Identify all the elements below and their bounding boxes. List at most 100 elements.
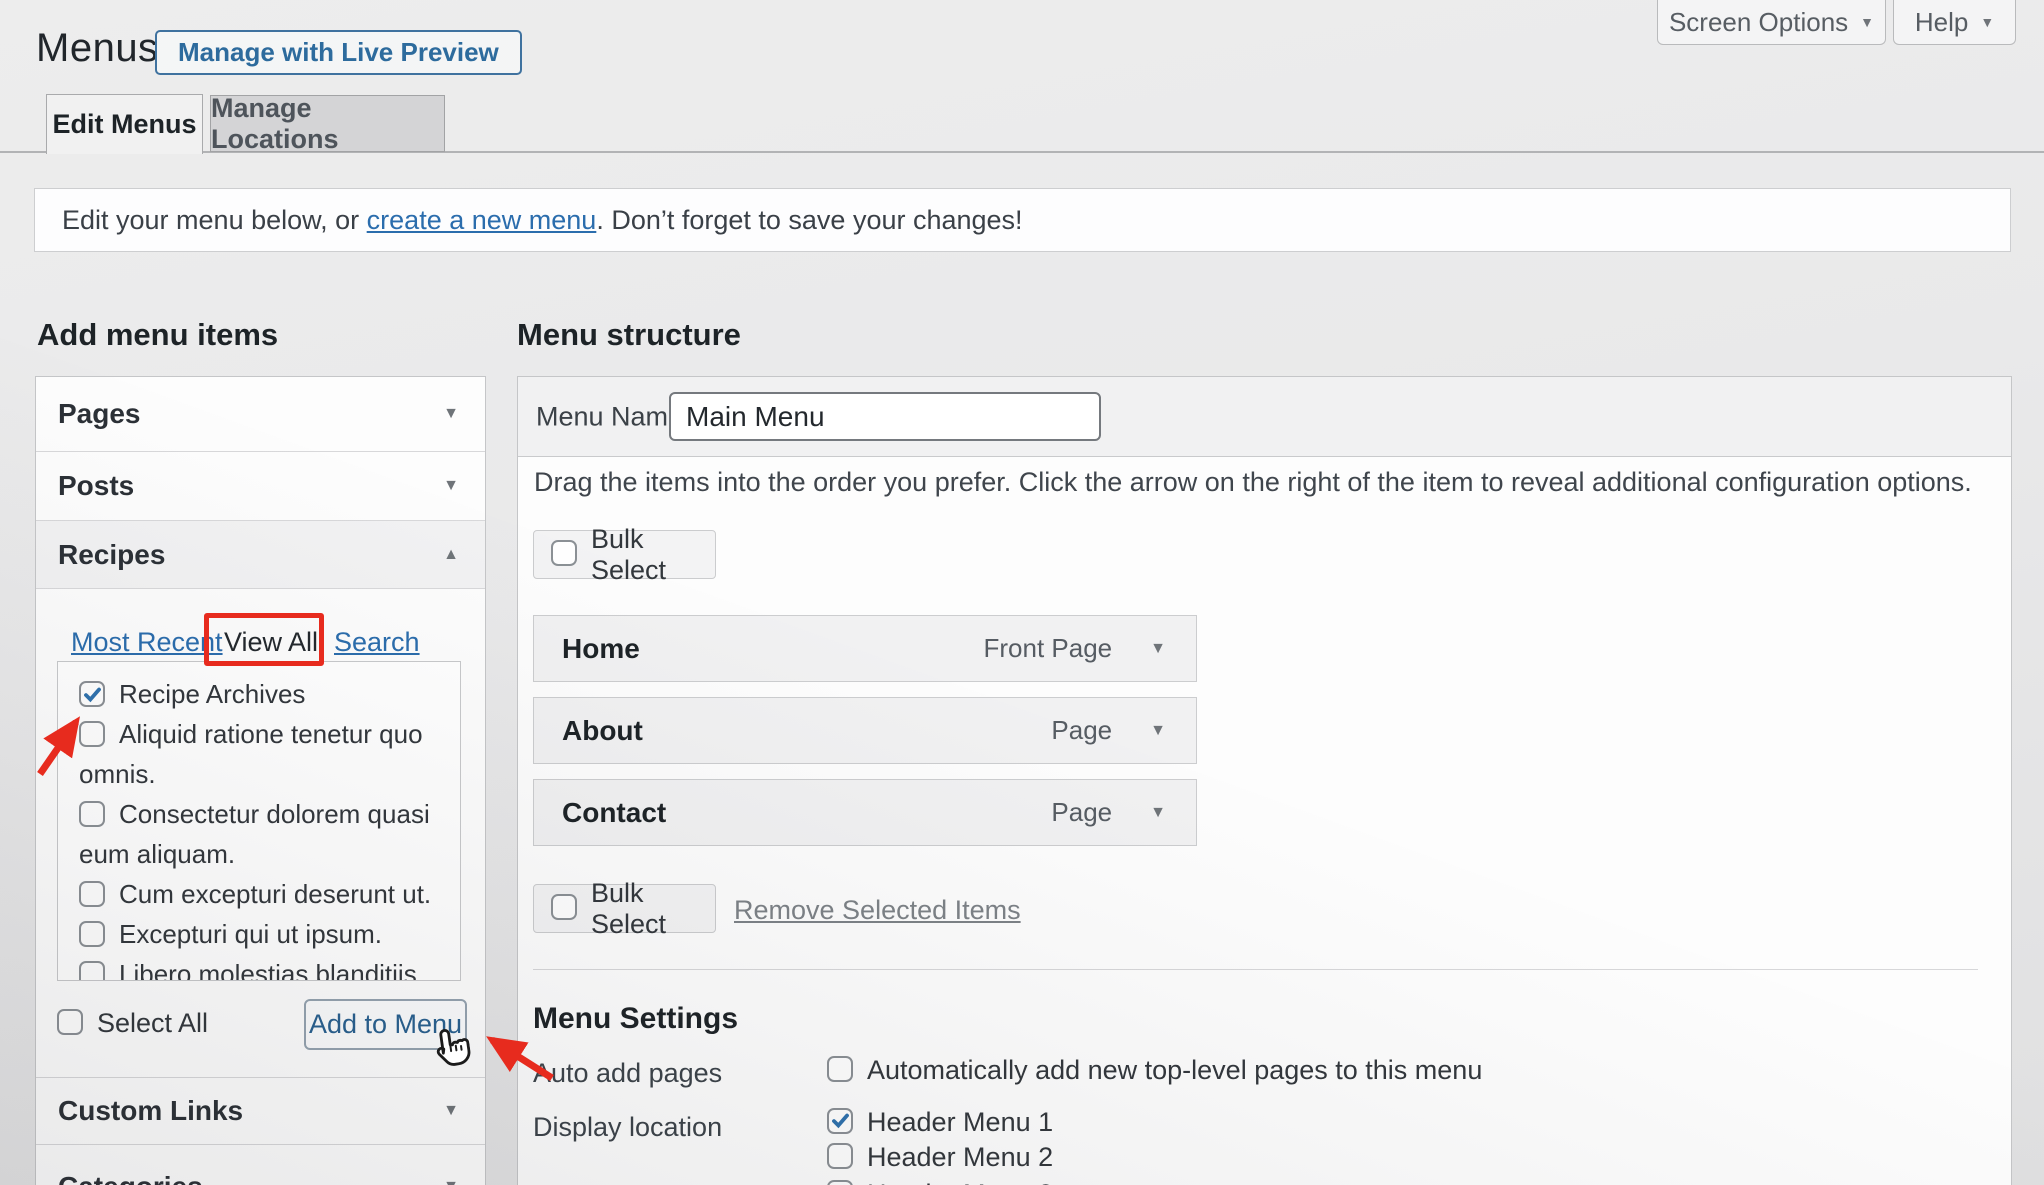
display-location-label: Display location [533, 1112, 722, 1143]
notice-text-before: Edit your menu below, or [62, 205, 367, 236]
bulk-select-bottom[interactable]: Bulk Select [533, 884, 716, 933]
accordion-recipes-label: Recipes [58, 539, 165, 571]
list-item[interactable]: Excepturi qui ut ipsum. [79, 914, 444, 954]
accordion-posts[interactable]: Posts ▼ [36, 452, 485, 520]
list-item[interactable]: Consectetur dolorem quasi eum aliquam. [79, 794, 444, 874]
display-location-header-menu-3[interactable]: Header Menu 3 [827, 1179, 1053, 1185]
menu-item-title: About [562, 715, 643, 747]
checkmark-icon [831, 1111, 850, 1130]
menu-item-type: Page [1051, 797, 1112, 828]
list-item-label: Consectetur dolorem quasi eum aliquam. [79, 799, 430, 869]
checkbox-item[interactable] [79, 961, 105, 981]
manage-live-preview-button[interactable]: Manage with Live Preview [155, 30, 522, 75]
auto-add-option-label: Automatically add new top-level pages to… [867, 1055, 1482, 1086]
create-new-menu-link[interactable]: create a new menu [367, 205, 597, 236]
menu-settings-heading: Menu Settings [533, 1002, 738, 1036]
chevron-up-icon: ▲ [443, 546, 459, 564]
notice-bar: Edit your menu below, or create a new me… [34, 188, 2011, 252]
page-title: Menus [36, 26, 159, 71]
accordion-pages[interactable]: Pages ▼ [36, 377, 485, 451]
display-location-header-menu-1[interactable]: Header Menu 1 [827, 1107, 1053, 1138]
auto-add-pages-option[interactable]: Automatically add new top-level pages to… [827, 1055, 1482, 1086]
accordion-custom-links-label: Custom Links [58, 1095, 243, 1127]
location-label: Header Menu 2 [867, 1142, 1053, 1173]
settings-divider [533, 969, 1978, 970]
screen-options-button[interactable]: Screen Options ▼ [1657, 0, 1886, 45]
checkbox-header-menu-1[interactable] [827, 1108, 853, 1134]
menu-item-title: Contact [562, 797, 666, 829]
accordion-categories-label: Categories [58, 1171, 203, 1185]
chevron-down-icon: ▼ [443, 1179, 459, 1185]
menu-item-home[interactable]: Home Front Page ▼ [533, 615, 1197, 682]
chevron-down-icon: ▼ [443, 405, 459, 423]
menu-item-about[interactable]: About Page ▼ [533, 697, 1197, 764]
accordion-recipes[interactable]: Recipes ▲ [36, 521, 485, 588]
checkbox-recipe-archives[interactable] [79, 681, 105, 707]
menu-name-row: Menu Name [518, 377, 2011, 457]
checkbox-auto-add[interactable] [827, 1056, 853, 1082]
checkbox-header-menu-3[interactable] [827, 1180, 853, 1185]
menu-item-contact[interactable]: Contact Page ▼ [533, 779, 1197, 846]
accordion-posts-label: Posts [58, 470, 134, 502]
checkmark-icon [83, 685, 102, 704]
list-item-label: Cum excepturi deserunt ut. [119, 879, 431, 909]
chevron-down-icon: ▼ [443, 1102, 459, 1120]
bulk-select-label: Bulk Select [591, 524, 715, 586]
checkbox-select-all[interactable] [57, 1009, 83, 1035]
menu-item-title: Home [562, 633, 640, 665]
list-item[interactable]: Recipe Archives [79, 674, 444, 714]
location-label: Header Menu 3 [867, 1179, 1053, 1185]
remove-selected-items-link[interactable]: Remove Selected Items [734, 895, 1021, 926]
checkbox-item[interactable] [79, 801, 105, 827]
accordion-categories[interactable]: Categories ▼ [36, 1145, 485, 1185]
checkbox-item[interactable] [79, 921, 105, 947]
help-button[interactable]: Help ▼ [1893, 0, 2016, 45]
list-item[interactable]: Cum excepturi deserunt ut. [79, 874, 444, 914]
menu-item-type: Front Page [984, 633, 1113, 664]
bulk-select-label: Bulk Select [591, 878, 715, 940]
auto-add-pages-label: Auto add pages [533, 1058, 722, 1089]
list-item[interactable]: Libero molestias blanditiis [79, 954, 444, 981]
chevron-down-icon: ▼ [1980, 15, 1994, 29]
add-menu-items-panel: Pages ▼ Posts ▼ Recipes ▲ Most Recent Vi… [35, 376, 486, 1185]
menu-name-input[interactable] [669, 392, 1101, 441]
recipe-items-list: Recipe Archives Aliquid ratione tenetur … [57, 661, 461, 981]
chevron-down-icon[interactable]: ▼ [1150, 641, 1166, 657]
menu-structure-panel: Menu Name Drag the items into the order … [517, 376, 2012, 1185]
chevron-down-icon: ▼ [443, 477, 459, 495]
help-label: Help [1915, 7, 1968, 38]
list-item-label: Aliquid ratione tenetur quo omnis. [79, 719, 423, 789]
tab-edit-menus[interactable]: Edit Menus [46, 94, 203, 154]
notice-text-after: . Don’t forget to save your changes! [596, 205, 1022, 236]
bulk-select-top[interactable]: Bulk Select [533, 530, 716, 579]
checkbox-item[interactable] [79, 881, 105, 907]
select-all-label: Select All [97, 1008, 208, 1039]
add-to-menu-button[interactable]: Add to Menu [304, 999, 467, 1050]
list-item-label: Libero molestias blanditiis [119, 959, 417, 981]
screen-options-label: Screen Options [1669, 7, 1848, 38]
chevron-down-icon[interactable]: ▼ [1150, 805, 1166, 821]
recipes-tab-search[interactable]: Search [334, 627, 420, 658]
list-item-label: Recipe Archives [119, 679, 305, 709]
display-location-header-menu-2[interactable]: Header Menu 2 [827, 1142, 1053, 1173]
checkbox-bulk-select[interactable] [551, 894, 577, 920]
menu-item-type: Page [1051, 715, 1112, 746]
tab-manage-locations[interactable]: Manage Locations [210, 95, 445, 152]
location-label: Header Menu 1 [867, 1107, 1053, 1138]
list-item-label: Excepturi qui ut ipsum. [119, 919, 382, 949]
recipes-tab-view-all[interactable]: View All [224, 627, 318, 658]
accordion-custom-links[interactable]: Custom Links ▼ [36, 1078, 485, 1144]
menu-structure-heading: Menu structure [517, 317, 741, 353]
list-item[interactable]: Aliquid ratione tenetur quo omnis. [79, 714, 444, 794]
checkbox-bulk-select[interactable] [551, 540, 577, 566]
chevron-down-icon: ▼ [1860, 15, 1874, 29]
checkbox-item[interactable] [79, 721, 105, 747]
add-menu-items-heading: Add menu items [37, 317, 278, 353]
menu-name-label: Menu Name [536, 401, 683, 432]
accordion-pages-label: Pages [58, 398, 141, 430]
chevron-down-icon[interactable]: ▼ [1150, 723, 1166, 739]
menu-structure-description: Drag the items into the order you prefer… [534, 467, 1994, 498]
select-all-control[interactable]: Select All [57, 1000, 208, 1047]
checkbox-header-menu-2[interactable] [827, 1143, 853, 1169]
recipes-tab-most-recent[interactable]: Most Recent [71, 627, 223, 658]
